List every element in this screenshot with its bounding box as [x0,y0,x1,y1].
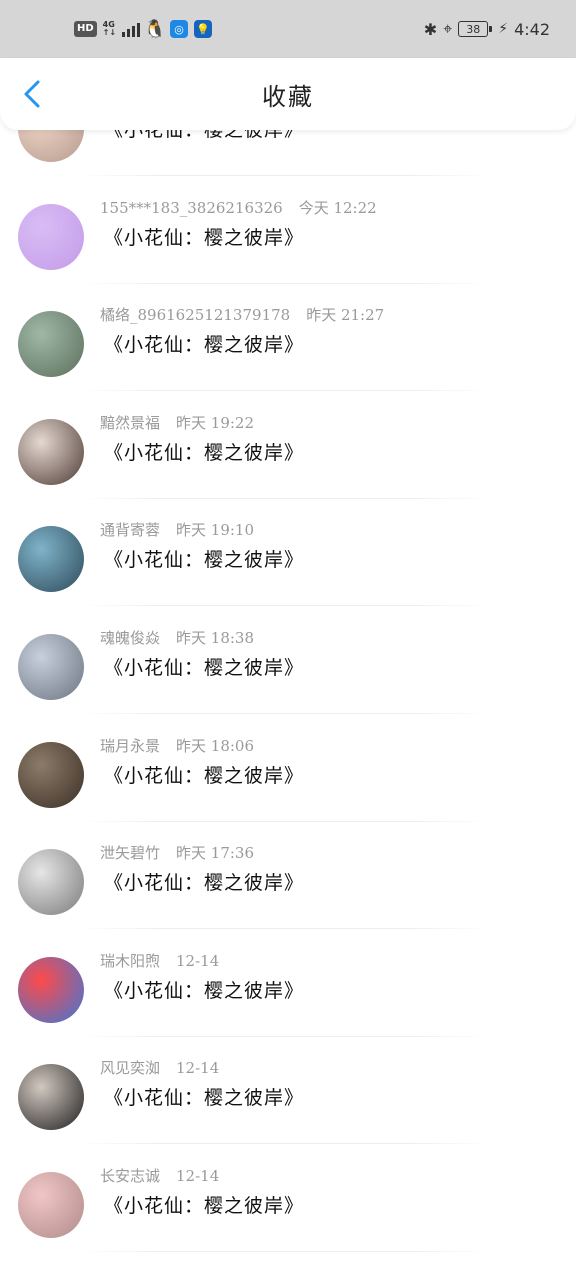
avatar[interactable] [18,526,84,593]
list-item[interactable]: 155***183_3826216326 今天 12:22 《小花仙：樱之彼岸》 [0,197,576,305]
book-title[interactable]: 《小花仙：樱之彼岸》 [104,223,304,250]
timestamp: 12-14 [176,951,220,970]
list-item[interactable]: 瑞月永景 昨天 18:06 《小花仙：樱之彼岸》 [0,735,576,843]
item-meta: 风见奕洳 12-14 [100,1057,219,1078]
hd-badge: HD [74,21,97,37]
page-title: 收藏 [262,82,314,111]
charging-icon: ⚡ [498,21,509,37]
bluetooth-icon: ✱ [423,19,438,39]
item-meta: 黯然景福 昨天 19:22 [100,412,254,433]
user-name: 瑞木阳煦 [100,951,161,970]
status-bar: HD 4G ↑↓ 🐧 ◎ 💡 ✱ ⌖ 38 ⚡ 4:42 [0,0,576,58]
avatar[interactable] [18,956,84,1023]
item-meta: 瑞木阳煦 12-14 [100,950,219,971]
status-bar-right: ✱ ⌖ 38 ⚡ 4:42 [424,19,550,39]
timestamp: 12-14 [176,1059,220,1078]
divider [80,175,490,176]
list-item[interactable]: 泄矢碧竹 昨天 17:36 《小花仙：樱之彼岸》 [0,842,576,950]
list-item[interactable]: 风见奕洳 12-14 《小花仙：樱之彼岸》 [0,1057,576,1165]
user-name: 泄矢碧竹 [100,844,161,863]
bulb-icon: 💡 [194,20,213,38]
divider [80,1143,490,1145]
status-bar-left: HD 4G ↑↓ 🐧 ◎ 💡 [74,18,213,40]
list-item[interactable]: 魂魄俊焱 昨天 18:38 《小花仙：樱之彼岸》 [0,627,576,735]
list-item[interactable]: 通背寄蓉 昨天 19:10 《小花仙：樱之彼岸》 [0,519,576,627]
user-name: 155***183_3826216326 [100,198,283,217]
network-activity: ↑↓ [102,28,117,37]
list-item[interactable]: 橘络_8961625121379178 昨天 21:27 《小花仙：樱之彼岸》 [0,304,576,412]
timestamp: 12-14 [176,1167,220,1185]
divider [80,713,490,714]
divider [80,390,490,392]
user-name: 通背寄蓉 [100,521,161,540]
battery-icon: 38 [458,21,493,37]
book-title[interactable]: 《小花仙：樱之彼岸》 [104,330,304,357]
timestamp: 昨天 19:22 [176,413,255,432]
book-title[interactable]: 《小花仙：樱之彼岸》 [104,545,304,572]
item-meta: 长安志诚 12-14 [100,1165,219,1186]
list-item[interactable]: 长安志诚 12-14 《小花仙：樱之彼岸》 [0,1165,576,1273]
list-item[interactable]: 瑞木阳煦 12-14 《小花仙：樱之彼岸》 [0,950,576,1058]
header: 收藏 [0,58,576,130]
clock: 4:42 [514,19,550,39]
avatar[interactable] [18,418,84,485]
divider [80,820,490,822]
avatar[interactable] [18,1064,84,1131]
location-icon: ⌖ [443,19,453,38]
book-title[interactable]: 《小花仙：樱之彼岸》 [104,1191,304,1218]
chevron-left-icon [24,80,40,108]
back-button[interactable] [18,78,46,110]
item-meta: 魂魄俊焱 昨天 18:38 [100,627,254,648]
avatar[interactable] [18,741,84,808]
book-title[interactable]: 《小花仙：樱之彼岸》 [104,438,304,465]
avatar[interactable] [18,1172,84,1238]
book-title[interactable]: 《小花仙：樱之彼岸》 [104,976,304,1003]
user-name: 魂魄俊焱 [100,629,161,647]
item-meta: 155***183_3826216326 今天 12:22 [100,197,377,218]
user-name: 黯然景福 [100,413,161,432]
timestamp: 昨天 18:06 [176,736,255,755]
browser-icon: ◎ [170,20,189,38]
item-meta: 橘络_8961625121379178 昨天 21:27 [100,304,384,325]
qq-icon: 🐧 [143,18,167,40]
divider [80,928,490,930]
user-name: 瑞月永景 [100,736,161,755]
favorites-list: 志书东子今天 13:18《小花仙：樱之彼岸》155***183_38262163… [0,94,576,1280]
divider [80,605,490,607]
user-name: 橘络_8961625121379178 [100,306,291,325]
timestamp: 昨天 18:38 [176,629,255,647]
item-meta: 泄矢碧竹 昨天 17:36 [100,842,254,863]
timestamp: 今天 12:22 [298,198,377,217]
user-name: 长安志诚 [100,1167,161,1185]
avatar[interactable] [18,634,84,700]
battery-level: 38 [466,22,481,36]
timestamp: 昨天 21:27 [306,306,385,325]
book-title[interactable]: 《小花仙：樱之彼岸》 [104,868,304,895]
book-title[interactable]: 《小花仙：樱之彼岸》 [104,761,304,788]
book-title[interactable]: 《小花仙：樱之彼岸》 [104,653,304,680]
timestamp: 昨天 19:10 [176,521,255,540]
avatar[interactable] [18,311,84,378]
book-title[interactable]: 《小花仙：樱之彼岸》 [104,1083,304,1110]
timestamp: 昨天 17:36 [176,844,255,863]
item-meta: 通背寄蓉 昨天 19:10 [100,519,254,540]
divider [80,1035,490,1037]
user-name: 风见奕洳 [100,1059,161,1078]
signal-icon [122,21,141,37]
divider [80,282,490,284]
network-type: 4G ↑↓ [103,21,116,37]
avatar[interactable] [18,849,84,916]
divider [80,1251,490,1252]
item-meta: 瑞月永景 昨天 18:06 [100,735,254,756]
avatar[interactable] [18,203,84,270]
divider [80,497,490,499]
list-item[interactable]: 黯然景福 昨天 19:22 《小花仙：樱之彼岸》 [0,412,576,520]
